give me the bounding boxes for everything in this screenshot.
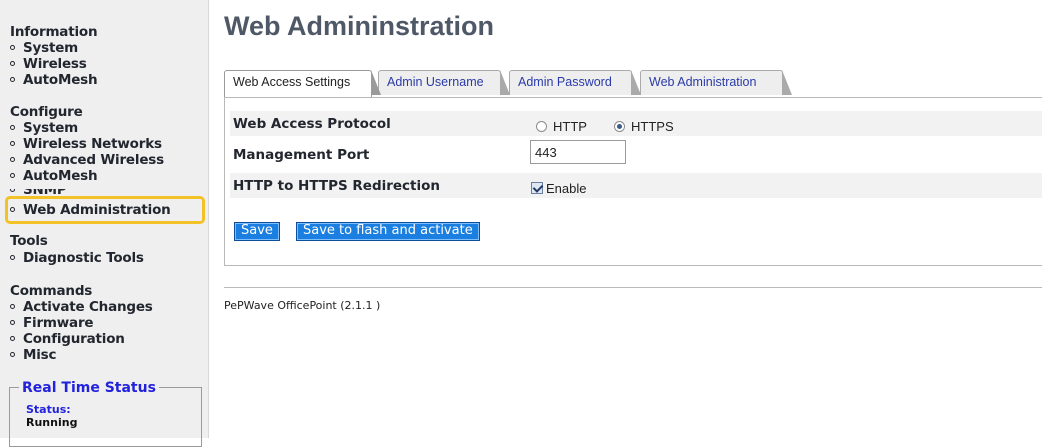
bullet-icon — [10, 320, 15, 325]
nav-configure-automesh[interactable]: AutoMesh — [10, 168, 98, 184]
page-title: Web Admininstration — [224, 11, 494, 41]
bullet-icon — [10, 352, 15, 357]
realtime-status-title: Real Time Status — [19, 380, 159, 396]
nav-information-wireless[interactable]: Wireless — [10, 56, 87, 72]
nav-configure-advanced-wireless[interactable]: Advanced Wireless — [10, 152, 164, 168]
bullet-icon — [10, 77, 15, 82]
bullet-icon — [10, 255, 15, 260]
tab-admin-password[interactable]: Admin Password — [509, 70, 641, 95]
nav-tools-diagnostic[interactable]: Diagnostic Tools — [10, 250, 144, 266]
section-title-information: Information — [10, 24, 98, 40]
nav-configure-web-administration[interactable]: Web Administration — [10, 202, 171, 218]
nav-commands-misc[interactable]: Misc — [10, 347, 57, 363]
bullet-icon — [10, 173, 15, 178]
enable-redirect-option[interactable]: Enable — [531, 178, 586, 197]
status-label: Status: — [26, 403, 71, 416]
nav-commands-configuration[interactable]: Configuration — [10, 331, 125, 347]
enable-redirect-checkbox[interactable] — [531, 182, 543, 194]
nav-information-automesh[interactable]: AutoMesh — [10, 72, 98, 88]
bullet-icon — [10, 45, 15, 50]
label-management-port: Management Port — [233, 147, 370, 163]
label-web-access-protocol: Web Access Protocol — [233, 116, 391, 132]
row-web-access-protocol: Web Access Protocol HTTP HTTPS — [230, 111, 1042, 136]
sidebar: Information System Wireless AutoMesh Con… — [0, 0, 209, 447]
section-title-tools: Tools — [10, 233, 48, 249]
management-port-input[interactable] — [530, 140, 626, 164]
nav-configure-wireless-networks[interactable]: Wireless Networks — [10, 136, 162, 152]
bullet-icon — [10, 157, 15, 162]
bullet-icon — [10, 61, 15, 66]
section-title-commands: Commands — [10, 283, 93, 299]
nav-information-system[interactable]: System — [10, 40, 78, 56]
row-management-port: Management Port — [230, 140, 1042, 167]
label-https-redirection: HTTP to HTTPS Redirection — [233, 178, 441, 194]
radio-http[interactable] — [536, 121, 547, 132]
tab-web-administration[interactable]: Web Administration — [640, 70, 792, 95]
save-activate-button[interactable]: Save to flash and activate — [296, 222, 480, 241]
nav-commands-firmware[interactable]: Firmware — [10, 315, 94, 331]
settings-panel: Web Access Protocol HTTP HTTPS Managemen… — [224, 97, 1042, 266]
nav-commands-activate-changes[interactable]: Activate Changes — [10, 299, 153, 315]
nav-configure-system[interactable]: System — [10, 120, 78, 136]
tab-web-access-settings[interactable]: Web Access Settings — [224, 70, 381, 97]
bullet-icon — [10, 141, 15, 146]
save-button[interactable]: Save — [234, 222, 280, 241]
bullet-icon — [10, 207, 15, 212]
tab-admin-username[interactable]: Admin Username — [378, 70, 510, 95]
status-value: Running — [26, 416, 78, 429]
bullet-icon — [10, 125, 15, 130]
radio-http-option[interactable]: HTTP — [536, 116, 587, 135]
bullet-icon — [10, 336, 15, 341]
footer-version: PePWave OfficePoint (2.1.1 ) — [224, 299, 381, 312]
row-https-redirection: HTTP to HTTPS Redirection Enable — [230, 173, 1042, 198]
radio-https[interactable] — [614, 121, 625, 132]
bullet-icon — [10, 304, 15, 309]
section-title-configure: Configure — [10, 104, 83, 120]
divider — [224, 287, 1042, 288]
bullet-icon — [10, 189, 15, 192]
radio-https-option[interactable]: HTTPS — [614, 116, 674, 135]
